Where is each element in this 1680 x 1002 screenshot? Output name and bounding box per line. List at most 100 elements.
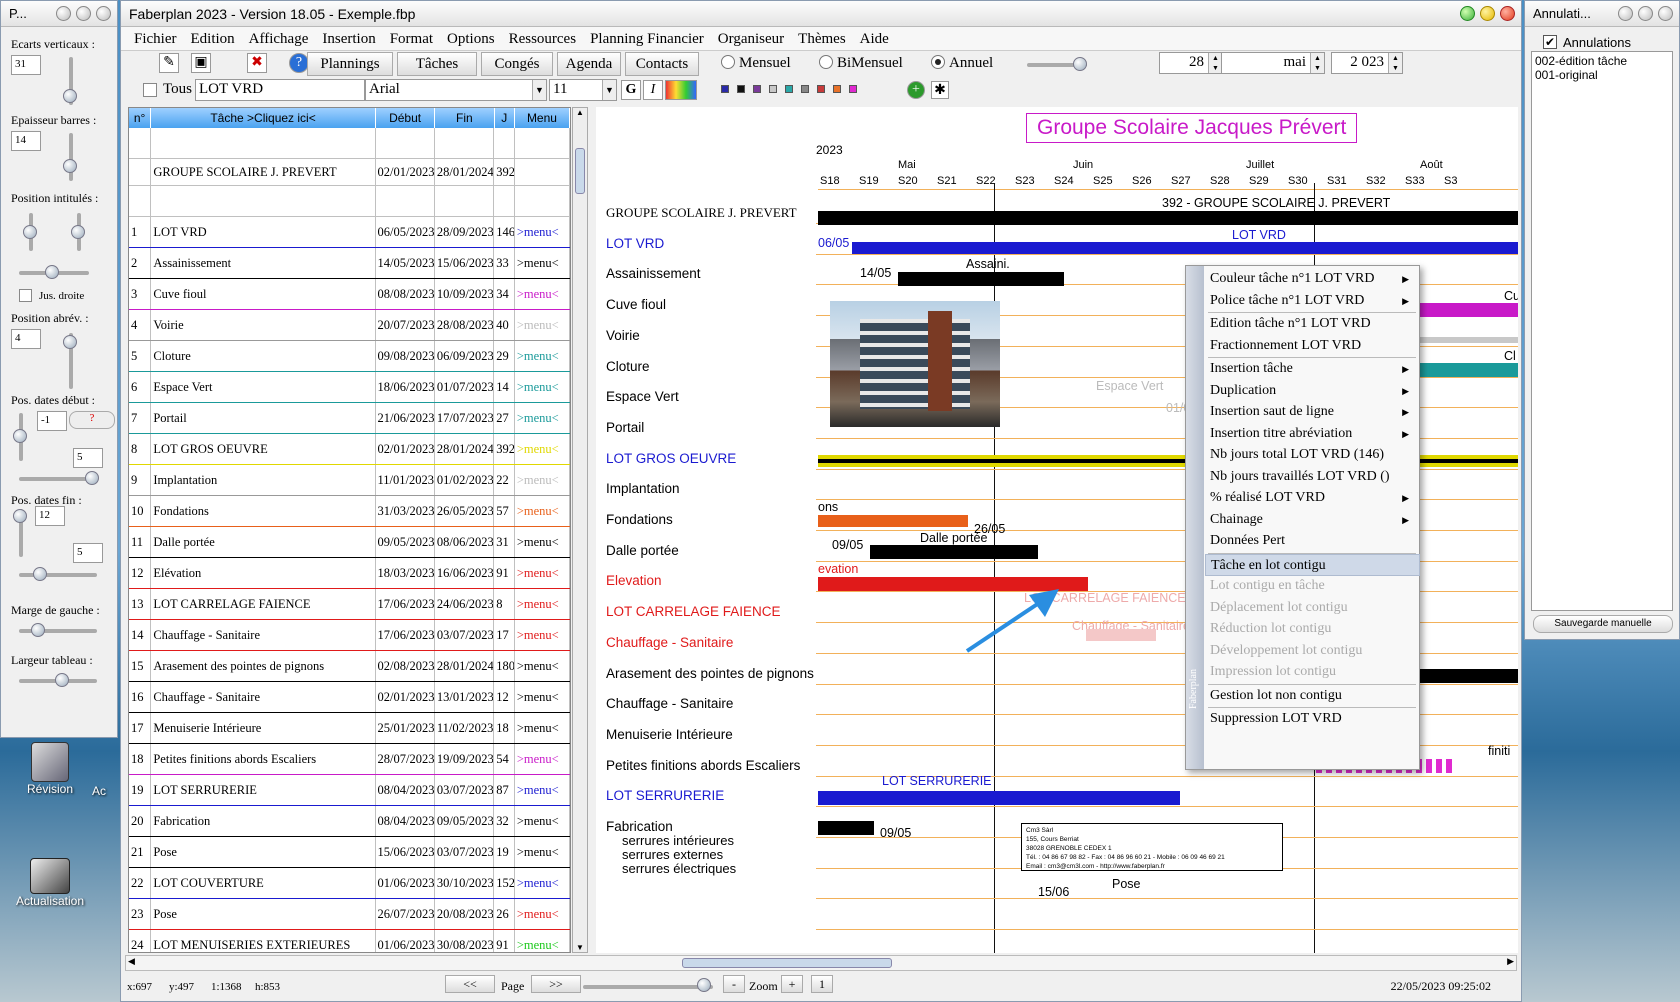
gantt-label[interactable]: Espace Vert [606, 389, 679, 404]
scroll-right-icon[interactable]: ▶ [1507, 956, 1514, 967]
row-task[interactable]: Portail [151, 403, 376, 433]
marge-knob[interactable] [31, 623, 45, 637]
tab-conges[interactable]: Congés [481, 52, 553, 76]
row-fin[interactable]: 28/08/2023 [435, 310, 495, 340]
prev-page-button[interactable]: << [445, 975, 495, 993]
row-task[interactable]: Arasement des pointes de pignons [151, 651, 376, 681]
menu-item[interactable]: Format [383, 27, 440, 50]
context-menu-item[interactable]: Chainage ▶ [1210, 509, 1415, 531]
row-fin[interactable]: 26/05/2023 [435, 496, 495, 526]
row-menu-link[interactable]: >menu< [515, 837, 570, 867]
row-task[interactable]: LOT COUVERTURE [151, 868, 376, 898]
bar-fabrication[interactable] [818, 821, 874, 835]
pos-debut-input[interactable]: -1 [37, 411, 67, 431]
gantt-h-scrollbar[interactable]: ◀ ▶ [125, 955, 1517, 971]
menu-item[interactable]: Ressources [502, 27, 584, 50]
table-row[interactable]: 19 LOT SERRURERIE 08/04/2023 03/07/2023 87 >m… [129, 775, 570, 806]
context-menu-item[interactable]: Fractionnement LOT VRD [1210, 335, 1415, 357]
list-item[interactable]: 002-édition tâche [1535, 54, 1669, 68]
table-row[interactable]: 18 Petites finitions abords Escaliers 28/0… [129, 744, 570, 775]
help-icon[interactable]: ? [289, 53, 309, 73]
gantt-label[interactable]: Assainissement [606, 266, 701, 281]
row-debut[interactable]: 25/01/2023 [376, 713, 435, 743]
epaisseur-slider[interactable] [69, 133, 73, 181]
row-fin[interactable]: 19/09/2023 [435, 744, 495, 774]
tous-checkbox[interactable] [143, 83, 157, 97]
tab-contacts[interactable]: Contacts [625, 52, 699, 76]
abrev-slider-knob[interactable] [63, 335, 77, 349]
color-swatch[interactable] [833, 85, 841, 93]
context-menu-item[interactable]: Edition tâche n°1 LOT VRD [1210, 313, 1415, 335]
row-task[interactable]: Pose [151, 899, 376, 929]
row-menu-link[interactable]: >menu< [515, 806, 570, 836]
row-fin[interactable]: 08/06/2023 [435, 527, 495, 557]
pos-debut-help-button[interactable]: ? [69, 411, 115, 429]
view-bimensuel-radio[interactable]: BiMensuel [819, 55, 903, 72]
row-task[interactable]: Cloture [151, 341, 376, 371]
row-menu-link[interactable]: >menu< [515, 434, 570, 464]
row-fin[interactable]: 28/01/2024 [435, 434, 495, 464]
row-task[interactable]: Elévation [151, 558, 376, 588]
row-debut[interactable]: 08/04/2023 [376, 775, 435, 805]
table-row[interactable]: 12 Elévation 18/03/2023 16/06/2023 91 >menu< [129, 558, 570, 589]
table-row[interactable]: 5 Cloture 09/08/2023 06/09/2023 29 >menu< [129, 341, 570, 372]
row-fin[interactable]: 11/02/2023 [435, 713, 495, 743]
row-debut[interactable]: 18/06/2023 [376, 372, 435, 402]
color-swatch[interactable] [801, 85, 809, 93]
gantt-label[interactable]: Menuiserie Intérieure [606, 727, 733, 742]
intitules-knob-v2[interactable] [71, 225, 85, 239]
annulations-titlebar[interactable]: Annulati... [1525, 1, 1679, 27]
row-menu-link[interactable]: >menu< [515, 527, 570, 557]
gantt-label[interactable]: Implantation [606, 481, 680, 496]
row-menu-link[interactable]: >menu< [515, 403, 570, 433]
row-fin[interactable]: 13/01/2023 [435, 682, 495, 712]
position-abrev-input[interactable]: 4 [11, 329, 41, 349]
row-fin[interactable]: 17/07/2023 [435, 403, 495, 433]
tab-taches[interactable]: Tâches [397, 52, 477, 76]
context-menu-item[interactable]: Tâche en lot contigu [1205, 553, 1420, 576]
scroll-down-icon[interactable]: ▼ [573, 943, 587, 952]
table-row[interactable]: 9 Implantation 11/01/2023 01/02/2023 22 >menu… [129, 465, 570, 496]
scroll-left-icon[interactable]: ◀ [128, 956, 135, 967]
epaisseur-slider-knob[interactable] [63, 159, 77, 173]
gantt-label[interactable]: Cuve fioul [606, 297, 666, 312]
row-fin[interactable]: 06/09/2023 [435, 341, 495, 371]
context-menu-item[interactable]: Nb jours travaillés LOT VRD () [1210, 466, 1415, 488]
row-debut[interactable]: 21/06/2023 [376, 403, 435, 433]
context-menu-item[interactable]: % réalisé LOT VRD ▶ [1210, 487, 1415, 509]
row-debut[interactable]: 09/08/2023 [376, 341, 435, 371]
row-debut[interactable]: 08/04/2023 [376, 806, 435, 836]
row-fin[interactable]: 03/07/2023 [435, 620, 495, 650]
table-row[interactable]: 4 Voirie 20/07/2023 28/08/2023 40 >menu< [129, 310, 570, 341]
gantt-label[interactable]: Fabrication [606, 819, 673, 834]
row-debut[interactable]: 01/06/2023 [376, 868, 435, 898]
menu-item[interactable]: Options [440, 27, 502, 50]
context-menu-item[interactable]: Couleur tâche n°1 LOT VRD ▶ [1210, 268, 1415, 290]
ecarts-input[interactable]: 31 [11, 55, 41, 75]
table-row[interactable]: 14 Chauffage - Sanitaire 17/06/2023 03/07/2… [129, 620, 570, 651]
row-menu-link[interactable]: >menu< [515, 465, 570, 495]
row-task[interactable]: Menuiserie Intérieure [151, 713, 376, 743]
largeur-knob[interactable] [55, 673, 69, 687]
scroll-thumb[interactable] [575, 148, 585, 194]
gantt-label[interactable]: LOT SERRURERIE [606, 788, 724, 803]
menu-item[interactable]: Aide [853, 27, 896, 50]
row-task[interactable]: LOT MENUISERIES EXTERIEURES [151, 930, 376, 952]
pos-fin-input[interactable]: 12 [35, 506, 65, 526]
gantt-label[interactable]: Arasement des pointes de pignons [606, 666, 814, 681]
settings-panel-titlebar[interactable]: P... [1, 1, 117, 27]
gantt-label[interactable]: LOT VRD [606, 236, 664, 251]
row-task[interactable]: Espace Vert [151, 372, 376, 402]
ecarts-slider-knob[interactable] [63, 89, 77, 103]
context-menu-item[interactable]: Nb jours total LOT VRD (146) [1210, 444, 1415, 466]
table-row-empty[interactable] [129, 186, 570, 217]
gantt-label[interactable]: GROUPE SCOLAIRE J. PREVERT [606, 205, 797, 221]
row-task[interactable]: Pose [151, 837, 376, 867]
context-menu-item[interactable]: Suppression LOT VRD [1210, 708, 1415, 730]
row-fin[interactable]: 03/07/2023 [435, 837, 495, 867]
context-menu-item[interactable]: Données Pert [1210, 530, 1415, 552]
context-menu-item[interactable]: Police tâche n°1 LOT VRD ▶ [1210, 290, 1415, 312]
menu-item[interactable]: Fichier [127, 27, 184, 50]
row-task[interactable]: LOT GROS OEUVRE [151, 434, 376, 464]
table-row-empty[interactable] [129, 128, 570, 159]
